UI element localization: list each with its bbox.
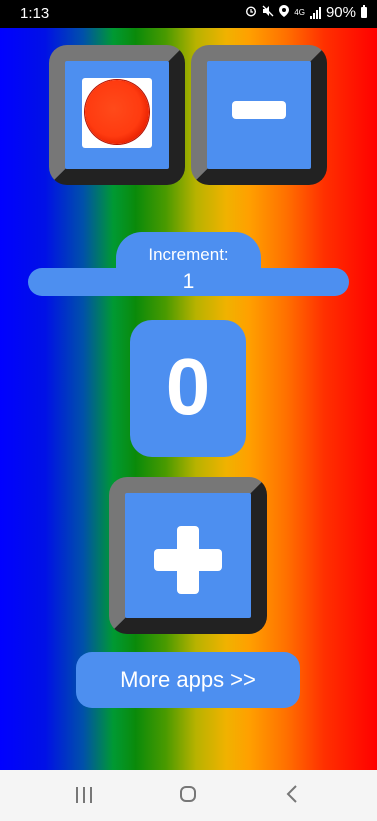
increment-button[interactable] <box>109 477 267 634</box>
increment-label: Increment: <box>148 245 229 264</box>
counter-display: 0 <box>130 320 246 457</box>
record-icon-frame <box>82 78 152 148</box>
battery-icon <box>361 5 367 18</box>
status-icons: 4G 90% <box>245 4 367 21</box>
network-type: 4G <box>294 7 305 17</box>
plus-icon-vertical <box>177 526 199 594</box>
location-icon <box>279 4 290 21</box>
home-icon[interactable] <box>180 786 196 802</box>
more-apps-button[interactable]: More apps >> <box>76 652 300 708</box>
status-time: 1:13 <box>20 5 50 22</box>
app-screen: Increment: 1 0 More apps >> <box>0 28 377 770</box>
back-icon[interactable] <box>286 785 298 803</box>
status-bar: 1:13 4G 90% <box>0 0 377 28</box>
record-button[interactable] <box>49 45 185 185</box>
mute-icon <box>262 5 274 21</box>
increment-value[interactable]: 1 <box>28 269 349 295</box>
decrement-button[interactable] <box>191 45 327 185</box>
battery-percent: 90% <box>325 4 356 21</box>
counter-value: 0 <box>165 342 211 431</box>
minus-icon <box>232 101 286 119</box>
recent-apps-icon[interactable] <box>76 787 92 803</box>
alarm-icon <box>245 5 257 21</box>
signal-icon <box>309 6 321 19</box>
record-icon <box>85 80 149 144</box>
system-nav-bar <box>0 770 377 821</box>
